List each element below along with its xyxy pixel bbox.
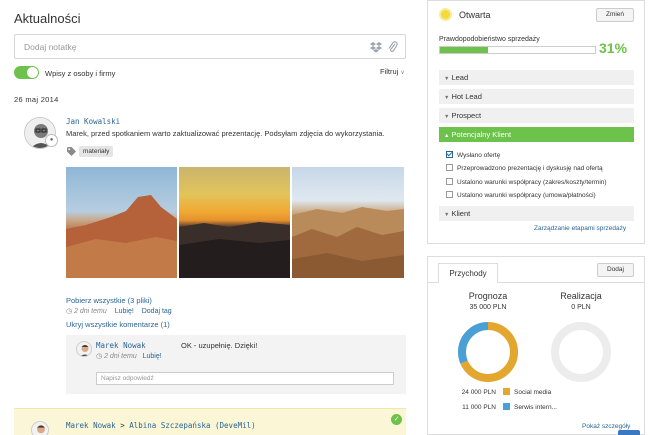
stage-hot-lead[interactable]: ▼ Hot Lead — [439, 89, 634, 104]
forecast-donut-chart — [458, 322, 518, 382]
mountain-image — [66, 195, 177, 278]
triangle-down-icon: ▼ — [444, 212, 450, 218]
stage-label: Potencjalny Klient — [451, 130, 512, 139]
attachment-photo[interactable] — [66, 167, 177, 278]
sunset-image — [179, 222, 290, 278]
task-label: Przeprowadzono prezentację i dyskusję na… — [457, 165, 603, 172]
dropbox-icon[interactable] — [370, 41, 382, 53]
task-checkbox[interactable] — [446, 164, 453, 171]
chat-widget-tab[interactable] — [618, 430, 640, 435]
filter-dropdown[interactable]: Filtruj ∨ — [380, 67, 405, 76]
task-label: Wysłano ofertę — [457, 152, 501, 159]
comment-text: OK - uzupełnię. Dzięki! — [181, 341, 258, 350]
attachment-photo[interactable] — [179, 167, 290, 278]
tab-revenue[interactable]: Przychody — [438, 263, 498, 283]
legend-swatch — [503, 403, 510, 410]
like-link[interactable]: Lubię! — [143, 353, 162, 360]
canyon-image — [292, 207, 404, 278]
manage-stages-link[interactable]: Zarządzanie etapami sprzedaży — [534, 225, 626, 232]
stage-lead[interactable]: ▼ Lead — [439, 70, 634, 85]
filter-label: Filtruj — [380, 67, 399, 76]
legend-label: Social media — [514, 389, 552, 396]
probability-bar-fill — [440, 47, 489, 53]
stage-task[interactable]: Ustalono warunki współpracy (zakres/kosz… — [446, 178, 607, 186]
stage-prospect[interactable]: ▼ Prospect — [439, 108, 634, 123]
stage-potential-client[interactable]: ▲ Potencjalny Klient — [439, 127, 634, 142]
toggle-label: Wpisy z osoby i firmy — [45, 69, 116, 78]
show-details-link[interactable]: Pokaż szczegóły — [582, 423, 630, 430]
clock-icon: ◷ — [96, 353, 103, 360]
download-all-link[interactable]: Pobierz wszystkie (3 pliki) — [66, 296, 152, 305]
note-placeholder: Dodaj notatkę — [24, 42, 77, 52]
add-revenue-button[interactable]: Dodaj — [597, 263, 634, 277]
clock-icon: ◷ — [66, 308, 73, 315]
realization-label: Realizacja — [560, 291, 602, 301]
legend-amount: 11 000 PLN — [462, 404, 496, 411]
post-recipient[interactable]: Albina Szczepańska (DeveMil) — [129, 421, 255, 430]
triangle-down-icon: ▼ — [444, 95, 450, 101]
forecast-value: 35 000 PLN — [469, 304, 507, 311]
realization-donut-chart — [551, 322, 611, 382]
probability-bar — [439, 46, 596, 54]
legend-amount: 24 000 PLN — [461, 389, 496, 396]
stage-client[interactable]: ▼ Klient — [439, 206, 634, 221]
attachment-photo[interactable] — [292, 167, 404, 278]
comment-time: 2 dni temu — [104, 353, 137, 360]
legend-swatch — [503, 388, 510, 395]
feed-source-toggle[interactable] — [14, 66, 39, 79]
date-heading: 26 maj 2014 — [14, 95, 59, 104]
add-tag-link[interactable]: Dodaj tag — [142, 308, 172, 315]
check-icon[interactable]: ✓ — [391, 414, 402, 425]
stage-task[interactable]: Wysłano ofertę — [446, 151, 500, 159]
chevron-down-icon: ∨ — [400, 70, 405, 76]
triangle-down-icon: ▼ — [444, 76, 450, 82]
donut-track — [551, 322, 611, 382]
task-checkbox[interactable] — [446, 191, 453, 198]
reply-input[interactable]: Napisz odpowiedź — [96, 372, 394, 385]
like-link[interactable]: Lubię! — [115, 308, 134, 315]
add-note-input[interactable]: Dodaj notatkę — [14, 34, 406, 59]
post-header: Marek Nowak > Albina Szczepańska (DeveMi… — [66, 421, 256, 430]
post-author[interactable]: Marek Nowak — [66, 421, 116, 430]
paperclip-icon[interactable] — [387, 40, 398, 54]
hide-comments-link[interactable]: Ukryj wszystkie komentarze (1) — [66, 320, 170, 329]
post-author[interactable]: Jan Kowalski — [66, 117, 120, 126]
stage-label: Klient — [451, 209, 471, 218]
comment-author[interactable]: Marek Nowak — [96, 341, 146, 350]
person-avatar-icon — [32, 422, 48, 435]
avatar[interactable] — [31, 421, 49, 435]
legend-item: 11 000 PLN Serwis intern... — [448, 403, 557, 411]
stage-label: Prospect — [451, 111, 482, 120]
toggle-knob — [27, 67, 38, 78]
tag-icon — [67, 147, 76, 156]
stage-label: Hot Lead — [451, 92, 482, 101]
task-checkbox[interactable] — [446, 151, 453, 158]
realization-value: 0 PLN — [571, 304, 591, 311]
legend-label: Serwis intern... — [514, 404, 557, 411]
contact-badge-icon: ● — [45, 134, 58, 147]
stage-label: Lead — [451, 73, 469, 82]
post-arrow: > — [120, 421, 125, 430]
stage-task[interactable]: Ustalono warunki współpracy (umowa/płatn… — [446, 191, 596, 199]
avatar[interactable] — [76, 341, 92, 357]
forecast-label: Prognoza — [468, 291, 508, 301]
deal-status: Otwarta — [459, 10, 491, 20]
post-meta: ◷ 2 dni temu Lubię! Dodaj tag — [66, 307, 172, 315]
task-label: Ustalono warunki współpracy (umowa/płatn… — [457, 192, 596, 199]
change-status-button[interactable]: Zmień — [596, 8, 634, 22]
post-text: Marek, przed spotkaniem warto zaktualizo… — [66, 129, 385, 138]
task-label: Ustalono warunki współpracy (zakres/kosz… — [457, 179, 607, 186]
triangle-down-icon: ▼ — [444, 114, 450, 120]
probability-label: Prawdopodobieństwo sprzedaży — [439, 36, 540, 43]
task-checkbox[interactable] — [446, 178, 453, 185]
comment-meta: ◷ 2 dni temu Lubię! — [96, 352, 162, 360]
tag-chip[interactable]: materiały — [79, 146, 114, 157]
probability-value: 31% — [599, 40, 628, 56]
post-time: 2 dni temu — [74, 308, 107, 315]
feed-title: Aktualności — [14, 11, 81, 26]
stage-task[interactable]: Przeprowadzono prezentację i dyskusję na… — [446, 164, 603, 172]
status-open-icon — [439, 8, 452, 21]
triangle-up-icon: ▲ — [444, 133, 450, 139]
legend-item: 24 000 PLN Social media — [448, 388, 551, 396]
